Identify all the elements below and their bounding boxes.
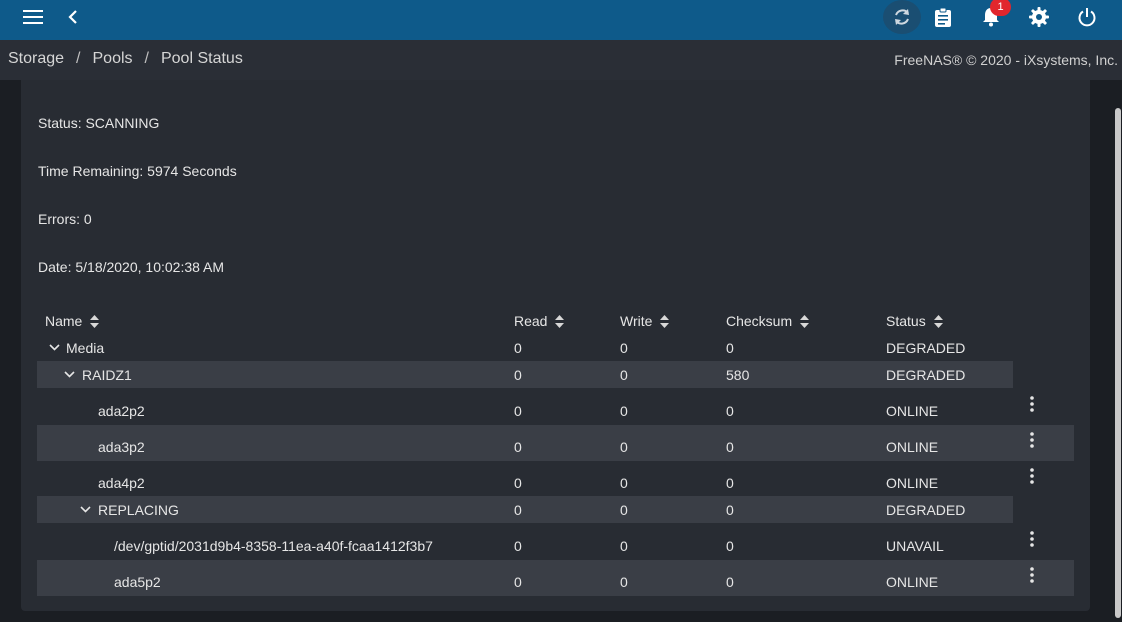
scrollbar-thumb[interactable] <box>1115 108 1121 618</box>
row-checksum: 580 <box>726 367 750 383</box>
row-read: 0 <box>514 340 522 356</box>
row-checksum: 0 <box>726 475 734 491</box>
row-name: REPLACING <box>98 502 179 518</box>
row-name: RAIDZ1 <box>82 367 132 383</box>
column-header-label: Write <box>620 313 653 329</box>
table-row[interactable]: ada2p2 0 0 0 ONLINE <box>37 389 1074 425</box>
copyright-text: FreeNAS® © 2020 - iXsystems, Inc. <box>894 52 1118 68</box>
row-write: 0 <box>620 367 628 383</box>
row-read: 0 <box>514 367 522 383</box>
column-header-write[interactable]: Write <box>620 313 670 329</box>
more-vert-icon[interactable] <box>1026 565 1038 585</box>
row-write: 0 <box>620 538 628 554</box>
row-read: 0 <box>514 439 522 455</box>
more-vert-icon[interactable] <box>1026 529 1038 549</box>
row-name: /dev/gptid/2031d9b4-8358-11ea-a40f-fcaa1… <box>114 538 433 554</box>
sort-icon[interactable] <box>90 314 100 328</box>
column-header-label: Name <box>45 313 83 329</box>
sort-icon[interactable] <box>660 314 670 328</box>
breadcrumb-separator: / <box>76 50 81 67</box>
row-checksum: 0 <box>726 574 734 590</box>
sort-icon[interactable] <box>800 314 810 328</box>
chevron-down-icon[interactable] <box>80 506 91 513</box>
breadcrumb-separator: / <box>144 50 149 67</box>
chevron-down-icon[interactable] <box>49 344 60 351</box>
table-row[interactable]: Media 0 0 0 DEGRADED <box>37 334 1013 361</box>
table-row[interactable]: ada4p2 0 0 0 ONLINE <box>37 461 1074 497</box>
row-status: ONLINE <box>886 439 939 455</box>
breadcrumb: Storage / Pools / Pool Status <box>8 50 243 68</box>
table-row[interactable]: /dev/gptid/2031d9b4-8358-11ea-a40f-fcaa1… <box>37 524 1074 560</box>
table-row[interactable]: REPLACING 0 0 0 DEGRADED <box>37 496 1013 523</box>
column-header-label: Read <box>514 313 548 329</box>
more-vert-icon[interactable] <box>1026 430 1038 450</box>
row-read: 0 <box>514 574 522 590</box>
row-write: 0 <box>620 475 628 491</box>
breadcrumb-pool-status: Pool Status <box>160 50 243 67</box>
column-header-read[interactable]: Read <box>514 313 565 329</box>
chevron-down-icon[interactable] <box>64 371 75 378</box>
row-read: 0 <box>514 475 522 491</box>
column-header-label: Checksum <box>726 313 793 329</box>
menu-icon[interactable] <box>13 0 53 34</box>
chevron-left-icon[interactable] <box>53 0 93 34</box>
scan-time-remaining: Time Remaining: 5974 Seconds <box>38 163 237 179</box>
row-name: ada3p2 <box>98 439 145 455</box>
column-header-checksum[interactable]: Checksum <box>726 313 810 329</box>
sort-icon[interactable] <box>555 314 565 328</box>
row-name: ada4p2 <box>98 475 145 491</box>
row-checksum: 0 <box>726 439 734 455</box>
table-row[interactable]: RAIDZ1 0 0 580 DEGRADED <box>37 361 1013 388</box>
row-read: 0 <box>514 538 522 554</box>
gear-icon[interactable] <box>1019 0 1059 34</box>
row-write: 0 <box>620 574 628 590</box>
row-status: DEGRADED <box>886 367 966 383</box>
scan-errors: Errors: 0 <box>38 211 92 227</box>
power-icon[interactable] <box>1067 0 1107 34</box>
column-header-status[interactable]: Status <box>886 313 943 329</box>
row-write: 0 <box>620 340 628 356</box>
row-read: 0 <box>514 502 522 518</box>
table-row[interactable]: ada3p2 0 0 0 ONLINE <box>37 425 1074 461</box>
sort-icon[interactable] <box>933 314 943 328</box>
breadcrumb-storage[interactable]: Storage <box>8 50 64 68</box>
row-write: 0 <box>620 439 628 455</box>
table-row[interactable]: ada5p2 0 0 0 ONLINE <box>37 560 1074 596</box>
row-status: ONLINE <box>886 403 939 419</box>
row-checksum: 0 <box>726 340 734 356</box>
breadcrumb-pools[interactable]: Pools <box>93 50 133 68</box>
clipboard-icon[interactable] <box>923 0 963 34</box>
row-status: DEGRADED <box>886 340 966 356</box>
more-vert-icon[interactable] <box>1026 394 1038 414</box>
row-name: ada2p2 <box>98 403 145 419</box>
row-checksum: 0 <box>726 502 734 518</box>
scan-date: Date: 5/18/2020, 10:02:38 AM <box>38 259 225 275</box>
alerts-count-badge: 1 <box>990 0 1011 16</box>
row-read: 0 <box>514 403 522 419</box>
more-vert-icon[interactable] <box>1026 466 1038 486</box>
row-name: ada5p2 <box>114 574 161 590</box>
scan-status: Status: SCANNING <box>38 115 160 131</box>
row-checksum: 0 <box>726 538 734 554</box>
row-checksum: 0 <box>726 403 734 419</box>
column-header-label: Status <box>886 313 926 329</box>
row-name: Media <box>66 340 105 356</box>
column-header-name[interactable]: Name <box>45 313 100 329</box>
row-status: ONLINE <box>886 475 939 491</box>
row-status: ONLINE <box>886 574 939 590</box>
row-status: DEGRADED <box>886 502 966 518</box>
refresh-icon[interactable] <box>882 0 922 34</box>
row-status: UNAVAIL <box>886 538 944 554</box>
row-write: 0 <box>620 502 628 518</box>
row-write: 0 <box>620 403 628 419</box>
